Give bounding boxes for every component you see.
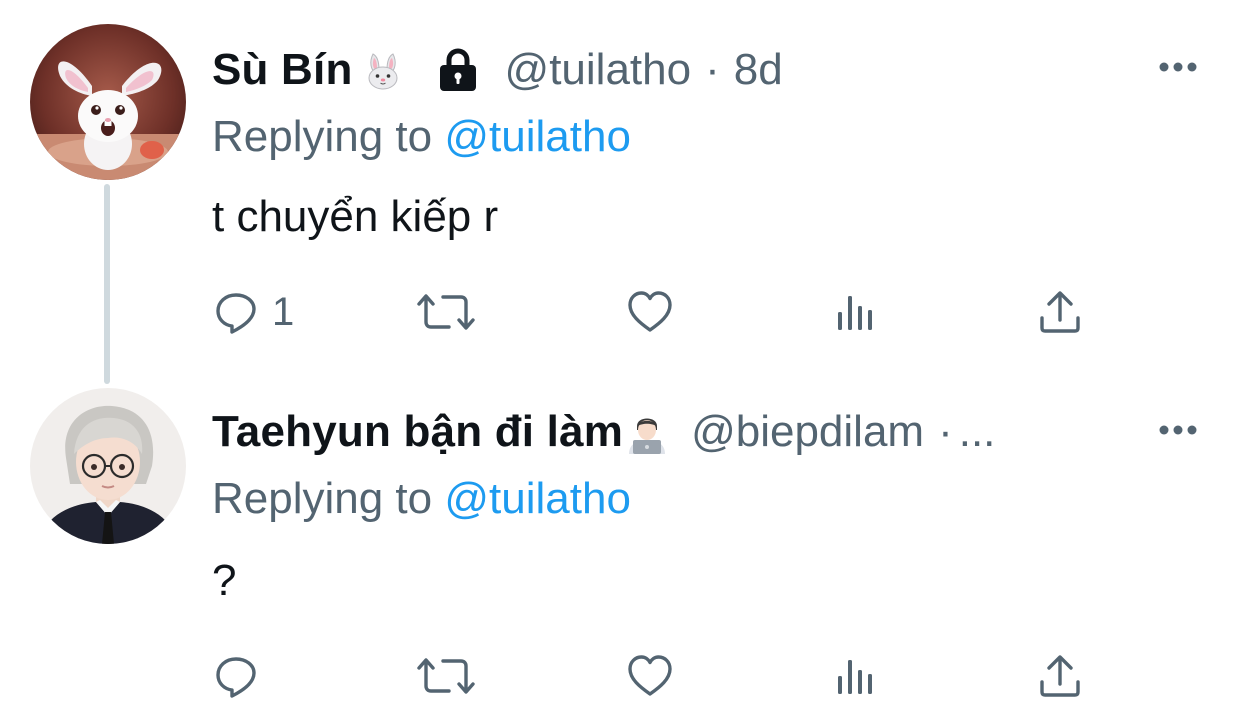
retweet-icon [417,294,475,330]
tweet-header: Sù Bín @tuilatho · 8d [212,40,1202,100]
like-button[interactable] [626,648,674,704]
tweet-text: ? [212,556,237,605]
like-button[interactable] [626,284,674,340]
rabbit-face-emoji-icon [361,48,405,92]
reply-thread: Sù Bín @tuilatho · 8d Replying to @tuila… [0,0,1242,716]
tweet[interactable]: Taehyun bận đi làm @biepdilam · ... Repl… [0,360,1242,716]
views-button[interactable] [832,284,880,340]
timestamp-truncated[interactable]: ... [959,407,996,457]
replying-to-label: Replying to [212,474,445,523]
timestamp[interactable]: 8d [734,45,783,95]
lock-icon [433,48,483,92]
heart-icon [628,655,672,696]
more-icon[interactable] [1158,423,1198,437]
reply-button[interactable] [212,648,272,704]
retweet-button[interactable] [416,648,476,704]
technologist-emoji-icon [625,410,669,454]
replying-to: Replying to @tuilatho [212,474,631,524]
heart-icon [628,291,672,332]
reply-count: 1 [272,289,295,334]
views-icon [838,296,872,330]
replying-to-mention[interactable]: @tuilatho [444,112,631,161]
replying-to-label: Replying to [212,112,445,161]
display-name[interactable]: Taehyun bận đi làm [212,407,623,457]
tweet-actions: 1 [212,284,1112,340]
views-button[interactable] [832,648,880,704]
avatar[interactable] [30,388,186,544]
user-handle[interactable]: @tuilatho [505,45,692,95]
share-icon [1040,291,1080,333]
replying-to: Replying to @tuilatho [212,112,631,162]
tweet-actions [212,648,1112,704]
tweet-text: t chuyển kiếp r [212,192,499,241]
tweet-header: Taehyun bận đi làm @biepdilam · ... [212,402,1202,462]
display-name[interactable]: Sù Bín [212,45,353,95]
reply-button[interactable]: 1 [212,284,294,340]
reply-icon [216,293,256,334]
tweet[interactable]: Sù Bín @tuilatho · 8d Replying to @tuila… [0,0,1242,384]
separator-dot: · [938,407,953,456]
more-icon[interactable] [1158,60,1198,74]
views-icon [838,660,872,694]
retweet-icon [417,658,475,694]
separator-dot: · [705,45,720,94]
share-button[interactable] [1036,648,1084,704]
reply-icon [216,657,256,698]
user-handle[interactable]: @biepdilam [691,407,924,457]
thread-connector-line [104,184,110,384]
avatar[interactable] [30,24,186,180]
replying-to-mention[interactable]: @tuilatho [444,474,631,523]
share-icon [1040,655,1080,697]
retweet-button[interactable] [416,284,476,340]
share-button[interactable] [1036,284,1084,340]
